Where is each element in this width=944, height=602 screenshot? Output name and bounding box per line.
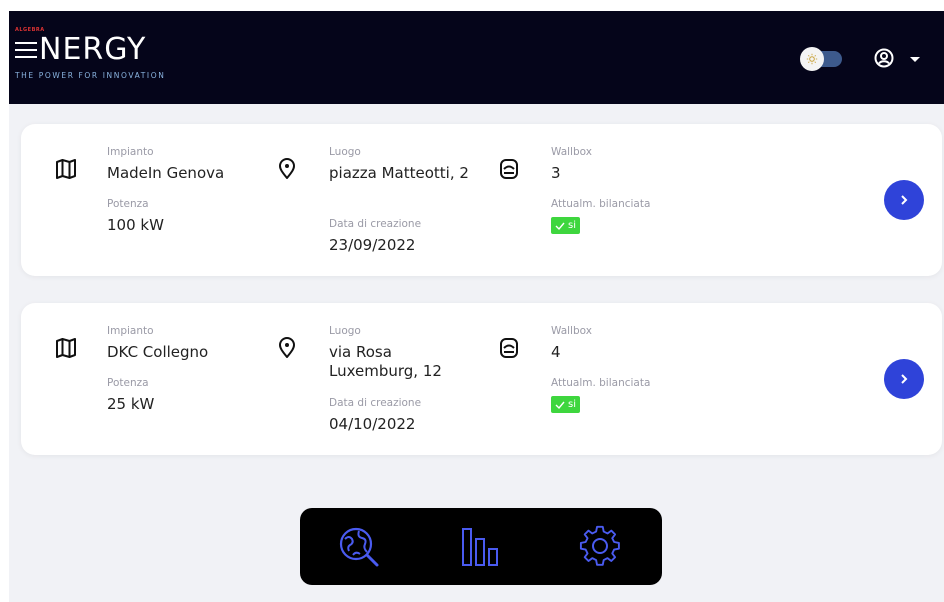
map-icon bbox=[56, 338, 76, 358]
impianto-value: MadeIn Genova bbox=[107, 164, 225, 182]
nav-item-stats[interactable] bbox=[458, 524, 504, 570]
wallbox-value: 4 bbox=[551, 343, 561, 361]
wallbox-icon bbox=[500, 159, 518, 179]
gear-icon bbox=[579, 525, 620, 566]
check-icon bbox=[555, 401, 565, 409]
plant-card[interactable]: Impianto DKC Collegno Potenza 25 kW Luog… bbox=[21, 303, 942, 455]
theme-toggle[interactable] bbox=[800, 47, 842, 71]
logo-word: NERGY bbox=[39, 32, 147, 67]
nav-item-map[interactable] bbox=[336, 524, 382, 570]
open-plant-button[interactable] bbox=[884, 359, 924, 399]
bilanciata-label: Attualm. bilanciata bbox=[551, 198, 651, 210]
logo-e-lines bbox=[15, 37, 37, 63]
data-creazione-label: Data di creazione bbox=[329, 397, 422, 409]
chevron-right-icon bbox=[901, 374, 908, 384]
status-badge: si bbox=[551, 217, 580, 234]
map-icon bbox=[56, 159, 76, 179]
potenza-label: Potenza bbox=[107, 198, 149, 210]
user-menu-button[interactable] bbox=[873, 45, 931, 73]
sun-icon bbox=[800, 47, 824, 71]
check-icon bbox=[555, 222, 565, 230]
bilanciata-value: si bbox=[568, 399, 576, 410]
logo: ALGEBRA NERGY THE POWER FOR INNOVATION bbox=[15, 27, 215, 87]
chevron-down-icon bbox=[910, 57, 920, 62]
bar-chart-icon bbox=[462, 528, 498, 566]
luogo-value: piazza Matteotti, 2 bbox=[329, 164, 469, 182]
status-badge: si bbox=[551, 396, 580, 413]
luogo-label: Luogo bbox=[329, 146, 361, 158]
luogo-label: Luogo bbox=[329, 325, 361, 337]
logo-tagline: THE POWER FOR INNOVATION bbox=[15, 71, 166, 80]
open-plant-button[interactable] bbox=[884, 180, 924, 220]
bilanciata-label: Attualm. bilanciata bbox=[551, 377, 651, 389]
data-creazione-value: 04/10/2022 bbox=[329, 415, 416, 433]
chevron-right-icon bbox=[901, 195, 908, 205]
impianto-label: Impianto bbox=[107, 325, 154, 337]
potenza-value: 25 kW bbox=[107, 395, 155, 413]
location-pin-icon bbox=[279, 337, 295, 358]
plant-card[interactable]: Impianto MadeIn Genova Potenza 100 kW Lu… bbox=[21, 124, 942, 276]
wallbox-label: Wallbox bbox=[551, 325, 592, 337]
impianto-label: Impianto bbox=[107, 146, 154, 158]
top-bar: ALGEBRA NERGY THE POWER FOR INNOVATION bbox=[9, 11, 944, 104]
nav-item-settings[interactable] bbox=[578, 524, 624, 570]
app-frame: ALGEBRA NERGY THE POWER FOR INNOVATION I… bbox=[9, 11, 944, 602]
location-pin-icon bbox=[279, 158, 295, 179]
luogo-value: via Rosa Luxemburg, 12 bbox=[329, 343, 442, 380]
wallbox-icon bbox=[500, 338, 518, 358]
potenza-value: 100 kW bbox=[107, 216, 164, 234]
wallbox-value: 3 bbox=[551, 164, 561, 182]
data-creazione-label: Data di creazione bbox=[329, 218, 422, 230]
globe-search-icon bbox=[339, 527, 379, 567]
data-creazione-value: 23/09/2022 bbox=[329, 236, 416, 254]
bilanciata-value: si bbox=[568, 220, 576, 231]
wallbox-label: Wallbox bbox=[551, 146, 592, 158]
user-circle-icon bbox=[874, 48, 894, 68]
bottom-nav bbox=[300, 508, 662, 585]
impianto-value: DKC Collegno bbox=[107, 343, 209, 361]
potenza-label: Potenza bbox=[107, 377, 149, 389]
